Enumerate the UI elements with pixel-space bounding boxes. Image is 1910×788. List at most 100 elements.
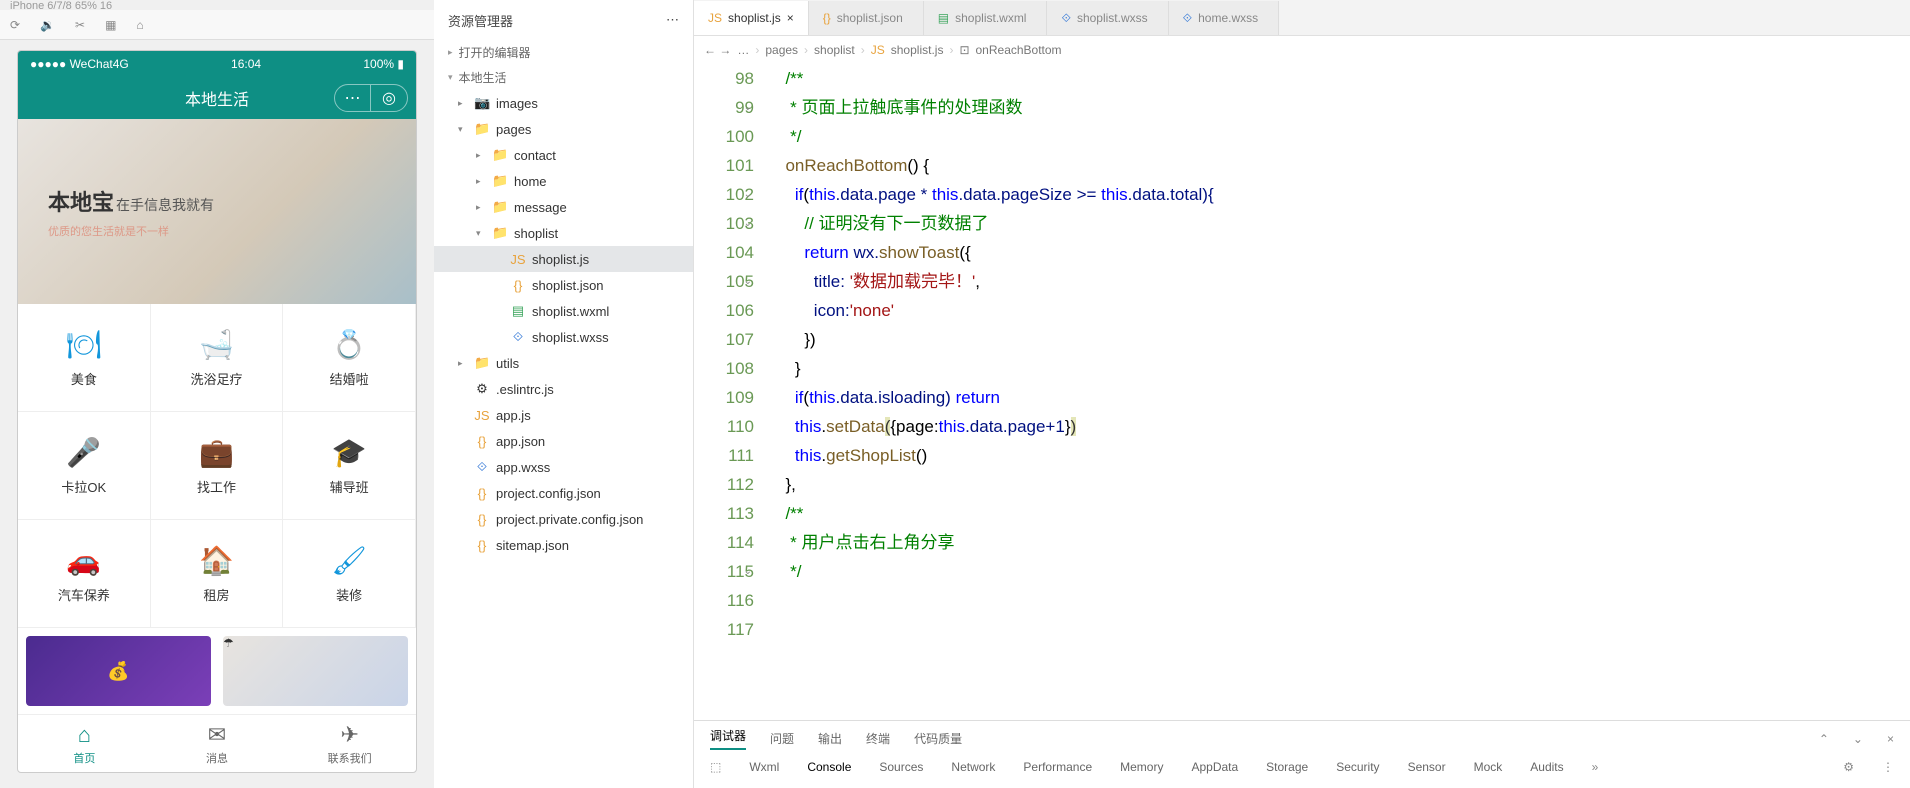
line-number: 98	[694, 64, 754, 93]
code-area[interactable]: 9899⌄100101102⌄103⌄104105⌄10610710810911…	[694, 64, 1910, 720]
file-icon: ▤	[510, 303, 526, 319]
editor-tab[interactable]: JSshoplist.js×	[694, 1, 809, 35]
tree-row[interactable]: {}project.private.config.json	[434, 506, 693, 532]
file-icon: {}	[474, 486, 490, 501]
devtools-tab[interactable]: 调试器	[710, 727, 746, 750]
file-icon: {}	[474, 434, 490, 449]
tab-label: 联系我们	[328, 750, 372, 766]
devtools-subtab[interactable]: Network	[951, 760, 995, 774]
file-name: message	[514, 200, 567, 215]
tree-row[interactable]: {}sitemap.json	[434, 532, 693, 558]
close-icon[interactable]: ×	[787, 11, 794, 25]
nav-arrows[interactable]: ← →	[704, 43, 731, 57]
file-icon: {}	[823, 11, 831, 25]
editor-tab[interactable]: {} shoplist.json	[809, 1, 924, 35]
layers-icon[interactable]: ▦	[105, 18, 116, 32]
file-icon: ⟐	[474, 459, 490, 475]
editor-panel: JSshoplist.js× {} shoplist.json ▤shoplist.w…	[694, 0, 1910, 788]
editor-tab[interactable]: ▤shoplist.wxml	[924, 1, 1048, 35]
tree-row[interactable]: ⟐app.wxss	[434, 454, 693, 480]
open-editors-section[interactable]: ▸打开的编辑器	[434, 40, 693, 65]
tab-name: shoplist.json	[837, 11, 903, 25]
devtools-tab[interactable]: 问题	[770, 730, 794, 747]
tab-item[interactable]: ✉消息	[151, 715, 284, 772]
tree-row[interactable]: ▾📁pages	[434, 116, 693, 142]
devtools-subtab[interactable]: Wxml	[749, 760, 779, 774]
category-label: 租房	[203, 585, 229, 604]
banner[interactable]: 本地宝在手信息我就有 优质的您生活就是不一样	[18, 119, 416, 304]
grid-item[interactable]: 💼找工作	[151, 412, 284, 520]
cut-icon[interactable]: ✂	[75, 18, 85, 32]
category-grid: 🍽美食🛁洗浴足疗💍结婚啦 🎤卡拉OK💼找工作🎓辅导班 🚗汽车保养 🏠 租房 🖌装修	[18, 304, 416, 628]
grid-item[interactable]: 🚗汽车保养	[18, 520, 151, 628]
banner-desc: 优质的您生活就是不一样	[48, 223, 214, 239]
tab-item[interactable]: ✈联系我们	[283, 715, 416, 772]
tree-row[interactable]: JSapp.js	[434, 402, 693, 428]
devtools-tab[interactable]: 终端	[866, 730, 890, 747]
tree-row[interactable]: ▸📁contact	[434, 142, 693, 168]
line-number: 109	[694, 383, 754, 412]
file-name: .eslintrc.js	[496, 382, 554, 397]
more-icon[interactable]: ⋯	[666, 12, 679, 28]
devtools-subtab[interactable]: Sensor	[1408, 760, 1446, 774]
status-bar: ●●●●● WeChat4G 16:04 100% ▮	[18, 51, 416, 77]
capsule[interactable]: ⋯ ◎	[334, 84, 408, 112]
editor-tab[interactable]: ⟐home.wxss	[1169, 1, 1280, 35]
devtools-tab[interactable]: 代码质量	[914, 730, 962, 747]
overflow-icon[interactable]: »	[1592, 760, 1599, 774]
devtools-subtab[interactable]: Performance	[1023, 760, 1092, 774]
tree-row[interactable]: ▸📁utils	[434, 350, 693, 376]
devtools-subtab[interactable]: Console	[807, 760, 851, 774]
tree-row[interactable]: ▤shoplist.wxml	[434, 298, 693, 324]
devtools-subtab[interactable]: AppData	[1191, 760, 1238, 774]
grid-item[interactable]: 🏠 租房	[151, 520, 284, 628]
gear-icon[interactable]: ⚙	[1843, 760, 1854, 774]
chevron-down-icon[interactable]: ⌄	[1853, 732, 1863, 746]
devtools-subtab[interactable]: Audits	[1530, 760, 1563, 774]
devtools-subtab[interactable]: Storage	[1266, 760, 1308, 774]
editor-tab[interactable]: ⟐shoplist.wxss	[1047, 1, 1168, 35]
grid-item[interactable]: 🖌装修	[283, 520, 416, 628]
more-icon[interactable]: ⋯	[335, 85, 371, 111]
line-number: 114	[694, 528, 754, 557]
devtools-subtab[interactable]: Memory	[1120, 760, 1163, 774]
tree-row[interactable]: {}project.config.json	[434, 480, 693, 506]
grid-item[interactable]: 🎓辅导班	[283, 412, 416, 520]
grid-item[interactable]: 🎤卡拉OK	[18, 412, 151, 520]
promo-2[interactable]: ☂	[223, 636, 408, 706]
chevron-up-icon[interactable]: ⌃	[1819, 732, 1829, 746]
tree-row[interactable]: ⚙.eslintrc.js	[434, 376, 693, 402]
breadcrumb[interactable]: ← → …› pages› shoplist› JS shoplist.js› …	[694, 36, 1910, 64]
inspect-icon[interactable]: ⬚	[710, 760, 721, 774]
devtools-subtab[interactable]: Sources	[879, 760, 923, 774]
volume-icon[interactable]: 🔉	[40, 18, 55, 32]
devtools-subtab[interactable]: Mock	[1474, 760, 1503, 774]
project-section[interactable]: ▾本地生活	[434, 65, 693, 90]
devtools-tab[interactable]: 输出	[818, 730, 842, 747]
tree-row[interactable]: {}app.json	[434, 428, 693, 454]
tree-row[interactable]: ▸📁home	[434, 168, 693, 194]
more-icon[interactable]: ⋮	[1882, 760, 1894, 774]
devtools-tabs-2: ⬚ Wxml Console Sources Network Performance Mem…	[694, 756, 1910, 778]
file-icon: 📁	[492, 173, 508, 189]
file-icon: 📁	[474, 121, 490, 137]
tree-row[interactable]: ⟐shoplist.wxss	[434, 324, 693, 350]
close-icon[interactable]: ◎	[371, 85, 407, 111]
home-icon[interactable]: ⌂	[136, 18, 143, 32]
grid-item[interactable]: 🛁洗浴足疗	[151, 304, 284, 412]
devtools: 调试器 问题 输出 终端 代码质量 ⌃ ⌄ × ⬚ Wxml Console Sources Netw…	[694, 720, 1910, 788]
refresh-icon[interactable]: ⟳	[10, 18, 20, 32]
grid-item[interactable]: 🍽美食	[18, 304, 151, 412]
devtools-subtab[interactable]: Security	[1336, 760, 1379, 774]
promo-1[interactable]: 💰	[26, 636, 211, 706]
tree-row[interactable]: ▸📁message	[434, 194, 693, 220]
tab-item[interactable]: ⌂首页	[18, 715, 151, 772]
tree-row[interactable]: JSshoplist.js	[434, 246, 693, 272]
tree-row[interactable]: ▾📁shoplist	[434, 220, 693, 246]
close-icon[interactable]: ×	[1887, 732, 1894, 746]
tree-row[interactable]: {}shoplist.json	[434, 272, 693, 298]
category-icon: 🏠	[199, 544, 234, 577]
code[interactable]: /** * 页面上拉触底事件的处理函数 */ onReachBottom() {…	[772, 64, 1910, 720]
grid-item[interactable]: 💍结婚啦	[283, 304, 416, 412]
tree-row[interactable]: ▸📷images	[434, 90, 693, 116]
